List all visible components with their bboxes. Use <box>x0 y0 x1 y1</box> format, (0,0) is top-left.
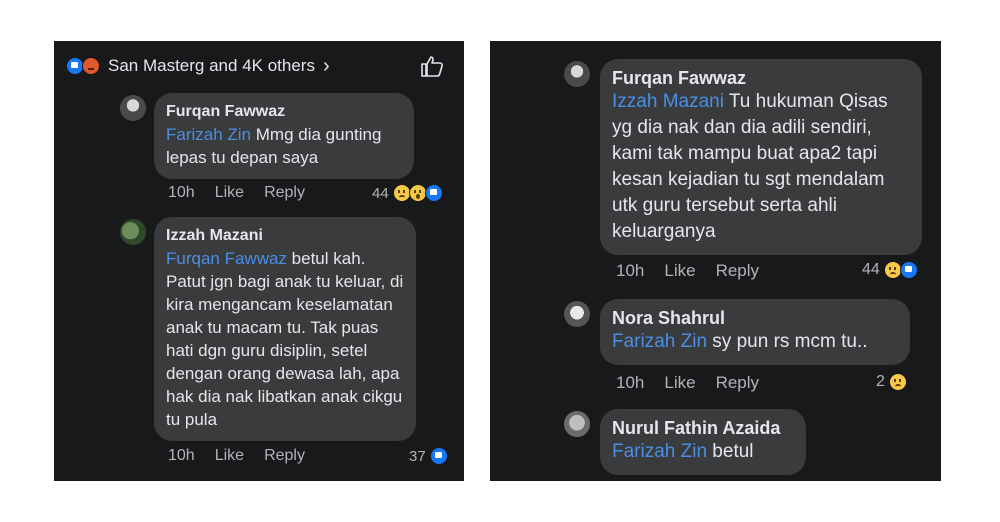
comment-body: Farizah Zin Mmg dia gunting lepas tu dep… <box>166 123 402 169</box>
avatar[interactable] <box>564 61 590 87</box>
reaction-count[interactable]: 44 <box>372 184 443 202</box>
reaction-count-number: 2 <box>876 373 885 390</box>
comment-author[interactable]: Izzah Mazani <box>166 225 404 247</box>
comment-izzah: Izzah Mazani Furqan Fawwaz betul kah. Pa… <box>120 217 450 441</box>
comment-author[interactable]: Nurul Fathin Azaida <box>612 417 794 439</box>
comment-body: Furqan Fawwaz betul kah. Patut jgn bagi … <box>166 247 404 431</box>
like-icon <box>424 184 443 202</box>
comment-bubble: Nora Shahrul Farizah Zin sy pun rs mcm t… <box>600 299 910 365</box>
comment-author[interactable]: Furqan Fawwaz <box>166 101 402 123</box>
avatar[interactable] <box>120 95 146 121</box>
sad-icon <box>392 184 411 202</box>
comment-actions: 10h Like Reply <box>168 447 325 465</box>
comment-body: Farizah Zin betul <box>612 439 794 465</box>
comment-text: Tu hukuman Qisas yg dia nak dan dia adil… <box>612 91 888 242</box>
reaction-count[interactable]: 2 <box>876 373 907 391</box>
comment-author[interactable]: Nora Shahrul <box>612 307 898 329</box>
reactions-summary[interactable]: San Masterg and 4K others › <box>66 53 446 79</box>
comment-body: Farizah Zin sy pun rs mcm tu.. <box>612 329 898 355</box>
reply-button[interactable]: Reply <box>264 447 305 465</box>
comment-bubble: Furqan Fawwaz Izzah Mazani Tu hukuman Qi… <box>600 59 922 255</box>
comment-time: 10h <box>616 261 645 280</box>
sad-icon <box>888 373 907 391</box>
mention-link[interactable]: Farizah Zin <box>612 441 707 462</box>
left-comments-panel: San Masterg and 4K others › Furqan Fawwa… <box>54 41 464 481</box>
thumbs-up-icon[interactable] <box>420 55 444 77</box>
reply-button[interactable]: Reply <box>716 373 759 393</box>
comment-text: sy pun rs mcm tu.. <box>707 331 868 352</box>
reply-button[interactable]: Reply <box>264 184 305 202</box>
reactions-text: San Masterg and 4K others <box>108 56 315 75</box>
comment-body: Izzah Mazani Tu hukuman Qisas yg dia nak… <box>612 89 910 245</box>
avatar[interactable] <box>120 219 146 245</box>
like-button[interactable]: Like <box>215 447 244 465</box>
reaction-count-number: 44 <box>372 184 389 202</box>
like-button[interactable]: Like <box>664 261 695 281</box>
comment-time: 10h <box>168 184 195 201</box>
angry-icon <box>82 57 100 75</box>
right-comments-panel: Furqan Fawwaz Izzah Mazani Tu hukuman Qi… <box>490 41 941 481</box>
avatar[interactable] <box>564 301 590 327</box>
comment-actions: 10h Like Reply <box>616 261 779 281</box>
reaction-count-number: 37 <box>409 447 426 465</box>
wow-icon <box>408 184 427 202</box>
mention-link[interactable]: Farizah Zin <box>166 125 251 144</box>
comment-actions: 10h Like Reply <box>168 184 325 202</box>
chevron-right-icon: › <box>322 54 330 77</box>
reaction-count[interactable]: 44 <box>862 261 918 279</box>
comment-time: 10h <box>616 373 645 392</box>
like-icon <box>429 447 448 465</box>
mention-link[interactable]: Furqan Fawwaz <box>166 249 287 268</box>
like-icon <box>899 261 918 279</box>
mention-link[interactable]: Farizah Zin <box>612 331 707 352</box>
like-button[interactable]: Like <box>664 373 695 393</box>
reaction-count-number: 44 <box>862 261 880 278</box>
comment-bubble: Izzah Mazani Furqan Fawwaz betul kah. Pa… <box>154 217 416 441</box>
comment-nurul: Nurul Fathin Azaida Farizah Zin betul <box>564 409 934 479</box>
comment-author[interactable]: Furqan Fawwaz <box>612 67 910 89</box>
comment-bubble: Furqan Fawwaz Farizah Zin Mmg dia guntin… <box>154 93 414 179</box>
comment-text: betul <box>707 441 754 462</box>
avatar[interactable] <box>564 411 590 437</box>
reply-button[interactable]: Reply <box>716 261 759 281</box>
comment-nora: Nora Shahrul Farizah Zin sy pun rs mcm t… <box>564 299 934 369</box>
comment-bubble: Nurul Fathin Azaida Farizah Zin betul <box>600 409 806 475</box>
mention-link[interactable]: Izzah Mazani <box>612 91 724 112</box>
reaction-count[interactable]: 37 <box>409 447 448 465</box>
like-button[interactable]: Like <box>215 184 244 202</box>
comment-text: betul kah. Patut jgn bagi anak tu keluar… <box>166 249 404 429</box>
comment-furqan-2: Furqan Fawwaz Izzah Mazani Tu hukuman Qi… <box>564 59 934 259</box>
comment-actions: 10h Like Reply <box>616 373 779 393</box>
comment-time: 10h <box>168 447 195 464</box>
